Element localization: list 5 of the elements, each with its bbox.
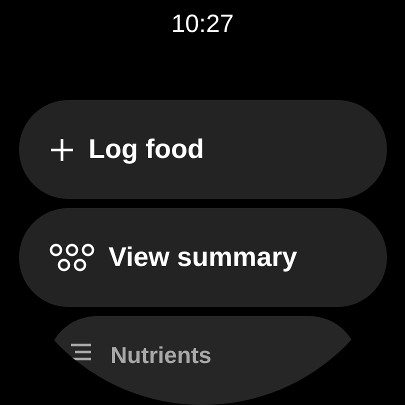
plus-icon [48,136,74,162]
circles-icon [48,242,94,272]
menu-chip[interactable]: View summary [18,208,386,307]
clock-time: 10:27 [171,9,234,39]
menu-chip[interactable]: Log food [18,100,386,199]
